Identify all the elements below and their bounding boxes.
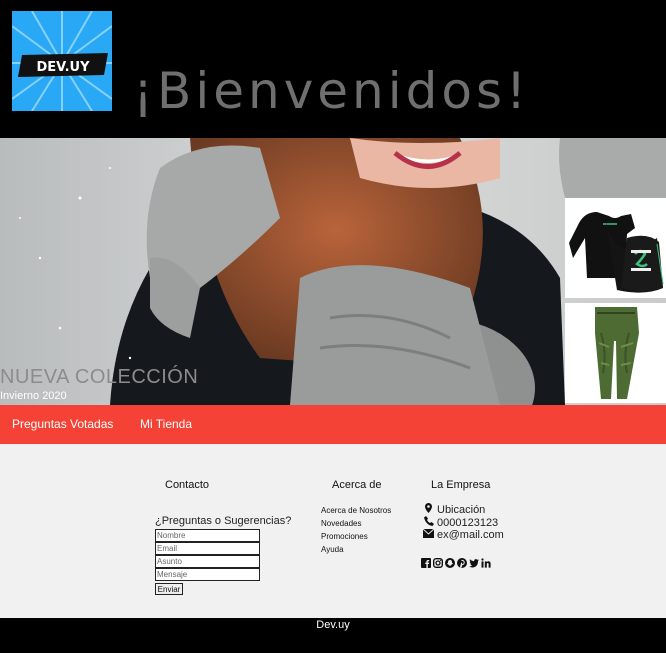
about-title: Acerca de bbox=[332, 479, 382, 491]
snapchat-icon[interactable] bbox=[445, 555, 455, 568]
product-sweatshirt-image[interactable] bbox=[565, 198, 666, 298]
instagram-icon[interactable] bbox=[432, 555, 444, 569]
bottom-bar: Dev.uy bbox=[0, 618, 666, 653]
pinterest-icon[interactable] bbox=[457, 555, 467, 568]
product-thumbnails bbox=[565, 198, 666, 403]
about-link-ayuda[interactable]: Ayuda bbox=[321, 545, 344, 554]
about-link-nosotros[interactable]: Acerca de Nosotros bbox=[321, 506, 391, 515]
site-header: DEV.UY ¡Bienvenidos! bbox=[0, 0, 666, 138]
phone-text: 0000123123 bbox=[437, 517, 499, 529]
phone-row: 0000123123 bbox=[423, 516, 498, 529]
bottom-bar-text: Dev.uy bbox=[316, 619, 350, 631]
welcome-heading: ¡Bienvenidos! bbox=[133, 62, 531, 120]
map-marker-icon bbox=[423, 503, 434, 516]
facebook-icon[interactable] bbox=[421, 555, 431, 568]
main-nav: Preguntas Votadas Mi Tienda bbox=[0, 405, 666, 444]
location-text: Ubicación bbox=[437, 504, 486, 516]
about-link-novedades[interactable]: Novedades bbox=[321, 519, 361, 528]
site-footer: Contacto ¿Preguntas o Sugerencias? Envia… bbox=[0, 444, 666, 618]
send-button[interactable]: Enviar bbox=[155, 583, 183, 595]
logo-text: DEV.UY bbox=[37, 60, 91, 75]
contact-title: Contacto bbox=[165, 479, 210, 491]
social-links bbox=[421, 555, 493, 569]
twitter-icon[interactable] bbox=[469, 555, 479, 568]
subject-field[interactable] bbox=[155, 555, 260, 568]
email-text: ex@mail.com bbox=[437, 529, 504, 541]
email-field[interactable] bbox=[155, 542, 260, 555]
hero-banner: NUEVA COLECCIÓN Invierno 2020 bbox=[0, 138, 666, 405]
nav-mi-tienda[interactable]: Mi Tienda bbox=[140, 417, 192, 431]
name-field[interactable] bbox=[155, 529, 260, 542]
site-logo[interactable]: DEV.UY bbox=[12, 11, 112, 111]
linkedin-icon[interactable] bbox=[481, 555, 491, 568]
nav-preguntas-votadas[interactable]: Preguntas Votadas bbox=[12, 417, 113, 431]
message-field[interactable] bbox=[155, 568, 260, 581]
email-row: ex@mail.com bbox=[422, 528, 504, 541]
hero-subtitle: Invierno 2020 bbox=[0, 390, 67, 402]
company-title: La Empresa bbox=[431, 479, 491, 491]
phone-icon bbox=[423, 516, 434, 529]
location-row: Ubicación bbox=[423, 503, 485, 516]
contact-prompt: ¿Preguntas o Sugerencias? bbox=[155, 515, 292, 527]
about-link-promociones[interactable]: Promociones bbox=[321, 532, 368, 541]
product-jeans-image[interactable] bbox=[565, 303, 666, 403]
envelope-icon bbox=[422, 528, 435, 541]
hero-title: NUEVA COLECCIÓN bbox=[0, 366, 199, 388]
